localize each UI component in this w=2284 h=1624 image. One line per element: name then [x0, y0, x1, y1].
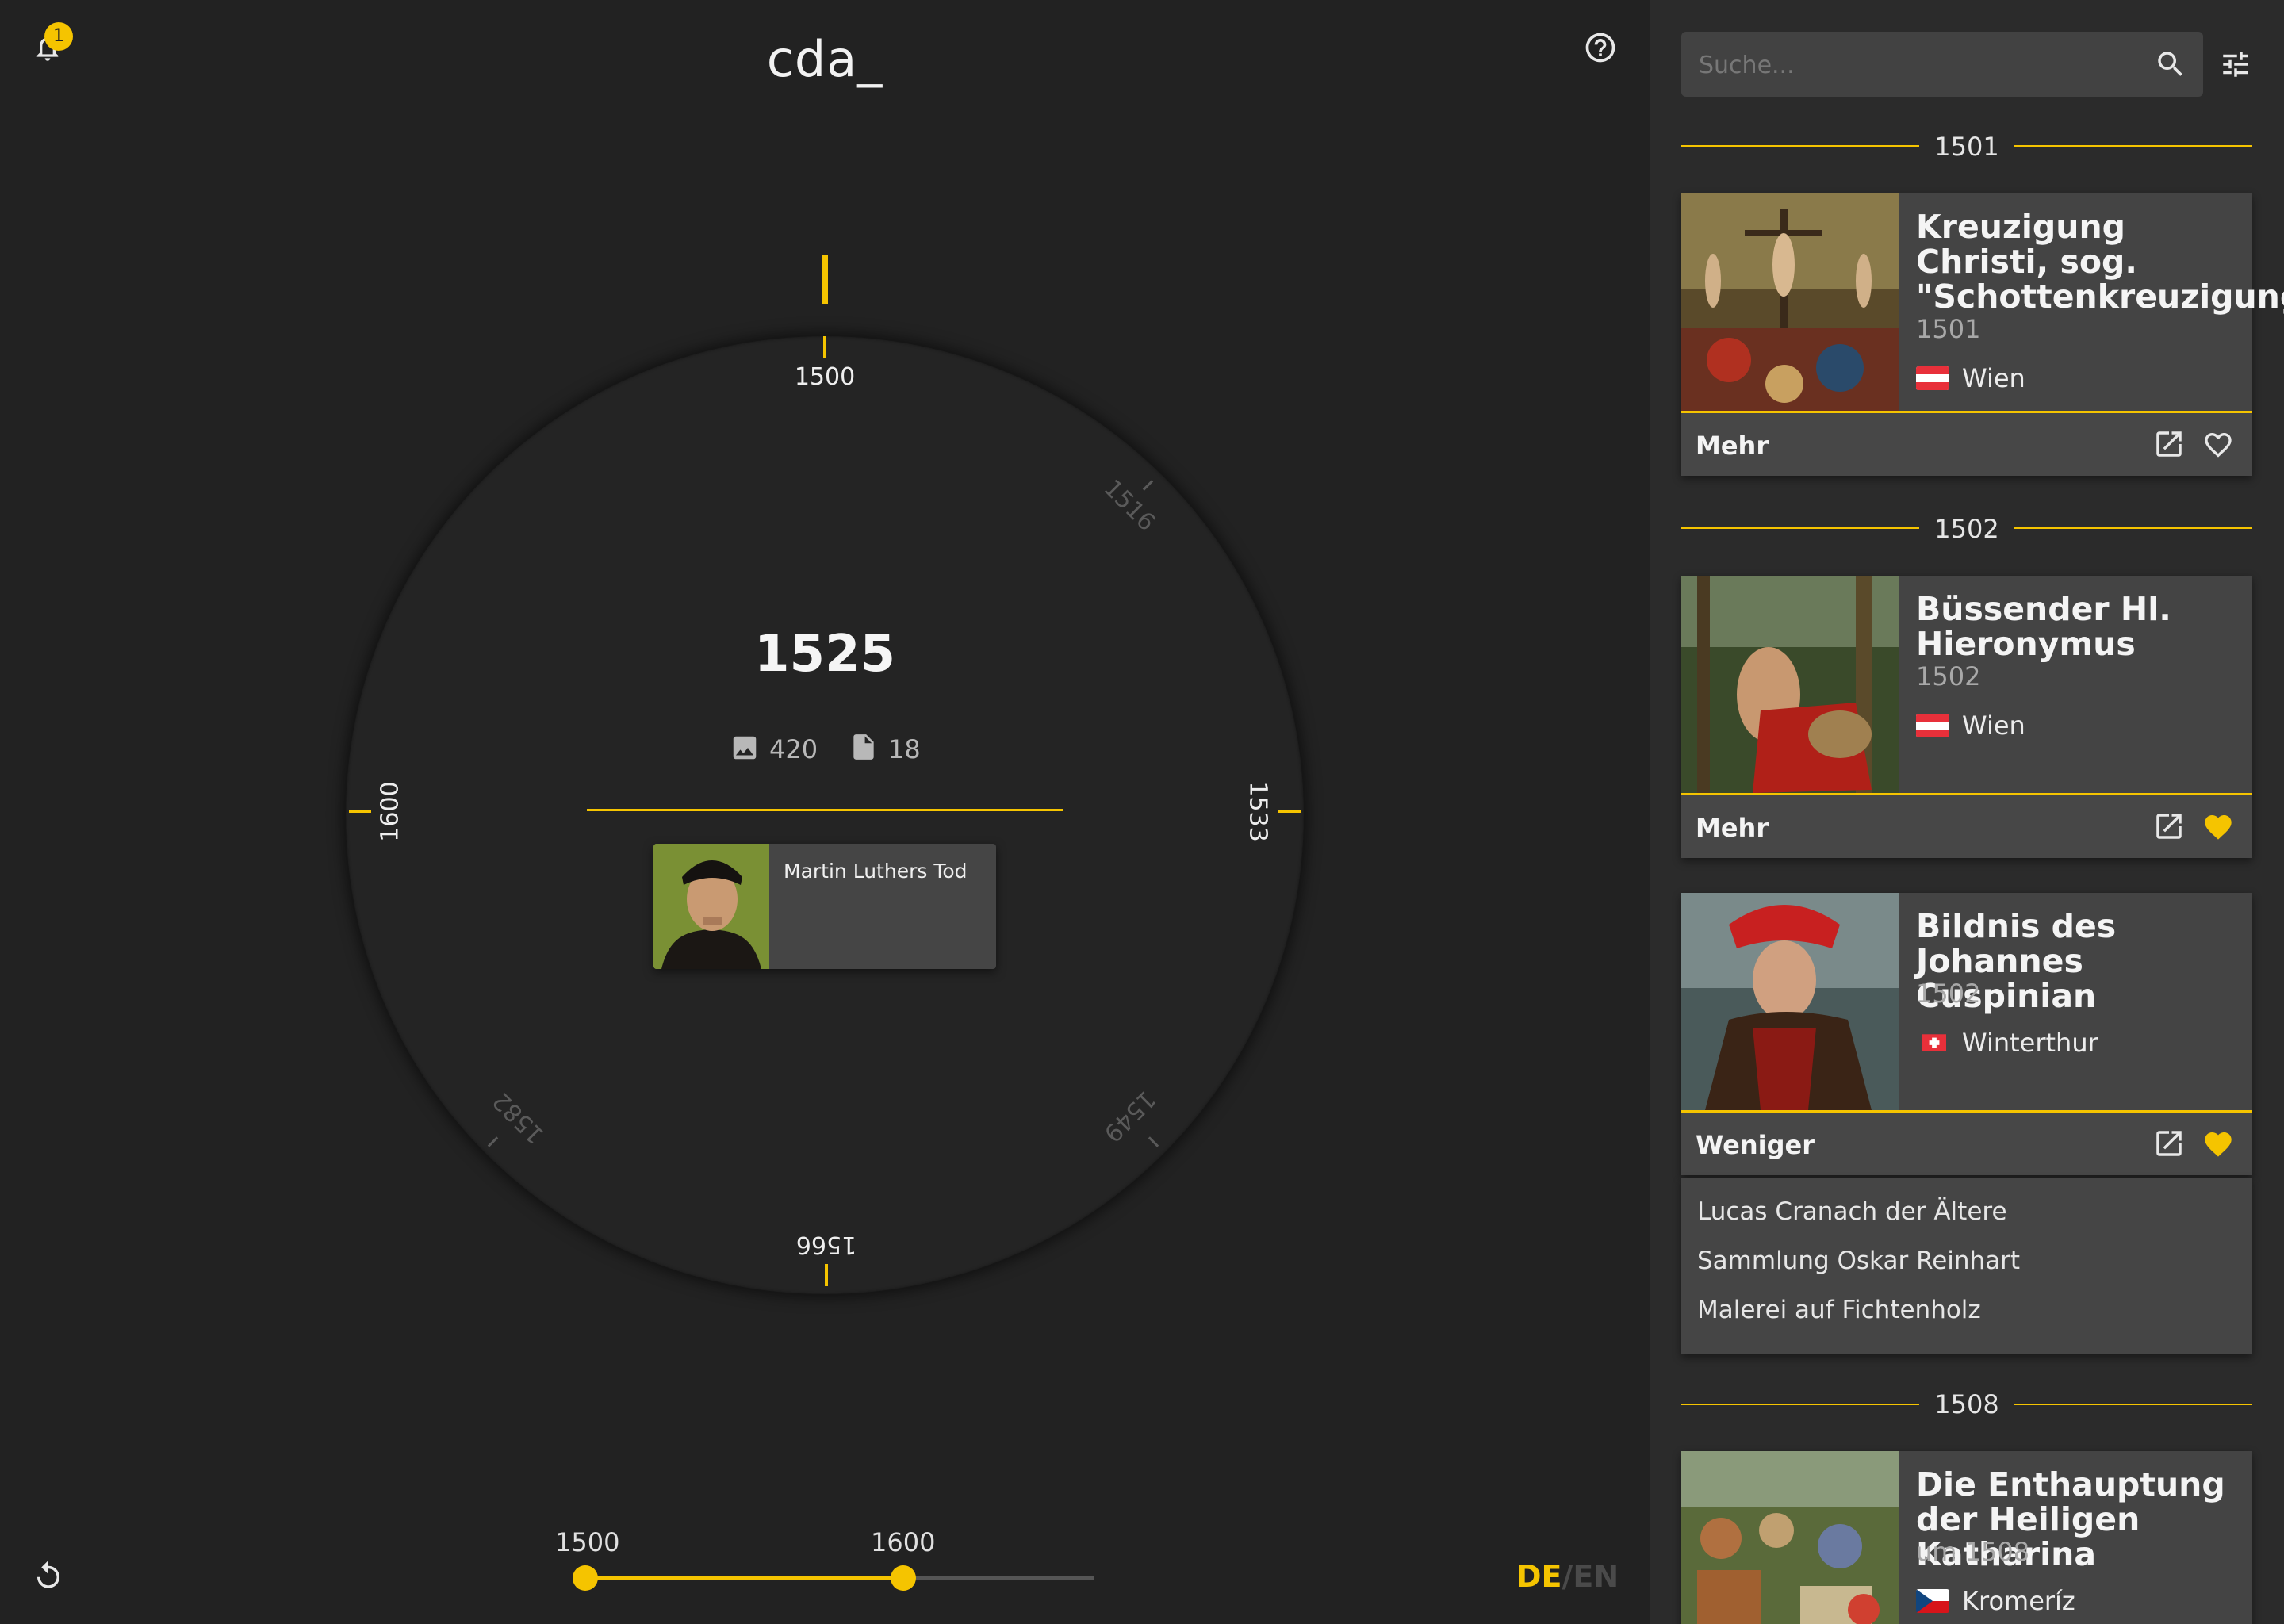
favorite-button[interactable]: [2202, 1128, 2235, 1160]
year-header-line-right: [2014, 1404, 2252, 1405]
artwork-thumbnail: [1681, 576, 1899, 793]
filter-sliders-icon: [2223, 52, 2248, 77]
language-separator: /: [1562, 1559, 1573, 1594]
flag-austria-icon: [1916, 714, 1949, 737]
detail-artist[interactable]: Lucas Cranach der Ältere: [1697, 1197, 2007, 1226]
document-count: 18: [888, 734, 921, 764]
artwork-title[interactable]: Büssender Hl. Hieronymus: [1916, 592, 2246, 661]
event-thumbnail: [653, 844, 769, 969]
flag-switzerland-icon: [1922, 1034, 1946, 1051]
selected-year: 1525: [753, 625, 896, 684]
favorite-button[interactable]: [2202, 811, 2235, 843]
artwork-date: 1502: [1916, 661, 1981, 691]
current-position-marker: [822, 255, 828, 304]
language-de[interactable]: DE: [1516, 1559, 1562, 1594]
more-toggle[interactable]: Mehr: [1696, 431, 1769, 461]
result-card[interactable]: Die Enthauptung der Heiligen Katharina u…: [1681, 1451, 2252, 1624]
image-count-icon: [730, 733, 760, 763]
event-card-title: Martin Luthers Tod: [784, 860, 968, 883]
less-toggle[interactable]: Weniger: [1696, 1130, 1815, 1160]
open-in-new-icon: [2156, 1131, 2182, 1156]
artwork-title[interactable]: Kreuzigung Christi, sog. "Schottenkreuzi…: [1916, 209, 2284, 314]
results-panel: 1501 Kreuzigung Christi, sog. "Schottenk…: [1650, 0, 2284, 1624]
help-button[interactable]: [1583, 30, 1618, 65]
ring-label-right: 1533: [1244, 781, 1272, 842]
open-external-button[interactable]: [2152, 427, 2186, 461]
search-input[interactable]: [1697, 32, 2144, 98]
year-header-1508: 1508: [1934, 1389, 1999, 1419]
artwork-thumbnail: [1681, 1451, 1899, 1624]
timeline-dial[interactable]: [346, 336, 1304, 1294]
reset-button[interactable]: [32, 1559, 65, 1592]
heart-outline-icon: [2205, 433, 2232, 458]
artwork-thumbnail: [1681, 893, 1899, 1110]
detail-collection[interactable]: Sammlung Oskar Reinhart: [1697, 1247, 2020, 1275]
artwork-details: Lucas Cranach der Ältere Sammlung Oskar …: [1681, 1178, 2252, 1354]
open-external-button[interactable]: [2152, 1127, 2186, 1160]
artwork-date: 1501: [1916, 314, 1981, 344]
year-header-1501: 1501: [1934, 132, 1999, 162]
tick-top: [823, 336, 826, 358]
reset-icon: [37, 1560, 59, 1588]
timeline-panel: 1 cda_ 1500 1533 1600 1566 1516 1549 158…: [0, 0, 1650, 1624]
year-header-line-right: [2014, 527, 2252, 529]
language-en[interactable]: EN: [1573, 1559, 1619, 1594]
slider-max-label: 1600: [871, 1527, 936, 1557]
flag-austria-icon: [1916, 366, 1949, 390]
card-actions: Mehr: [1681, 793, 2252, 858]
year-header-line-right: [2014, 145, 2252, 147]
document-count-icon: [849, 731, 879, 763]
more-toggle[interactable]: Mehr: [1696, 813, 1769, 843]
tick-right: [1278, 810, 1301, 813]
card-actions: Mehr: [1681, 411, 2252, 476]
event-divider: [587, 809, 1063, 811]
filter-button[interactable]: [2219, 48, 2252, 81]
range-slider-min-handle[interactable]: [573, 1565, 598, 1591]
result-card[interactable]: Kreuzigung Christi, sog. "Schottenkreuzi…: [1681, 193, 2284, 476]
image-count: 420: [769, 734, 818, 764]
open-in-new-icon: [2156, 431, 2182, 457]
heart-filled-icon: [2205, 815, 2232, 840]
help-icon: [1585, 33, 1615, 63]
app-title: cda_: [766, 30, 883, 88]
year-header-line-left: [1681, 527, 1919, 529]
open-external-button[interactable]: [2152, 810, 2186, 843]
ring-label-bottom: 1566: [795, 1231, 857, 1258]
artwork-date: um 1508: [1916, 1537, 2030, 1567]
year-header-line-left: [1681, 145, 1919, 147]
artwork-thumbnail: [1681, 193, 1899, 411]
artwork-location: Winterthur: [1962, 1028, 2098, 1058]
artwork-location: Wien: [1962, 363, 2025, 393]
card-actions: Weniger: [1681, 1110, 2252, 1175]
artwork-location: Kromeríz: [1962, 1586, 2075, 1616]
slider-min-label: 1500: [555, 1527, 620, 1557]
heart-filled-icon: [2205, 1132, 2232, 1157]
result-card[interactable]: Büssender Hl. Hieronymus 1502 Wien Mehr: [1681, 576, 2252, 858]
artwork-date: 1502: [1916, 979, 1981, 1009]
favorite-button[interactable]: [2202, 429, 2235, 461]
search-icon[interactable]: [2154, 48, 2187, 81]
result-card[interactable]: Bildnis des Johannes Cuspinian 1502 Wint…: [1681, 893, 2252, 1175]
ring-label-top: 1500: [794, 363, 856, 391]
search-box[interactable]: [1681, 32, 2203, 98]
year-header-1502: 1502: [1934, 514, 1999, 544]
range-slider-fill: [585, 1576, 904, 1580]
flag-czech-icon: [1916, 1589, 1949, 1613]
range-slider-max-handle[interactable]: [891, 1565, 917, 1591]
open-in-new-icon: [2156, 814, 2182, 839]
ring-label-left: 1600: [376, 781, 404, 842]
artwork-location: Wien: [1962, 710, 2025, 741]
tick-bottom: [825, 1264, 828, 1286]
tick-left: [349, 810, 371, 813]
language-switch[interactable]: DE/EN: [1516, 1559, 1619, 1594]
detail-medium[interactable]: Malerei auf Fichtenholz: [1697, 1296, 1981, 1324]
event-card[interactable]: Martin Luthers Tod: [653, 844, 996, 969]
year-header-line-left: [1681, 1404, 1919, 1405]
